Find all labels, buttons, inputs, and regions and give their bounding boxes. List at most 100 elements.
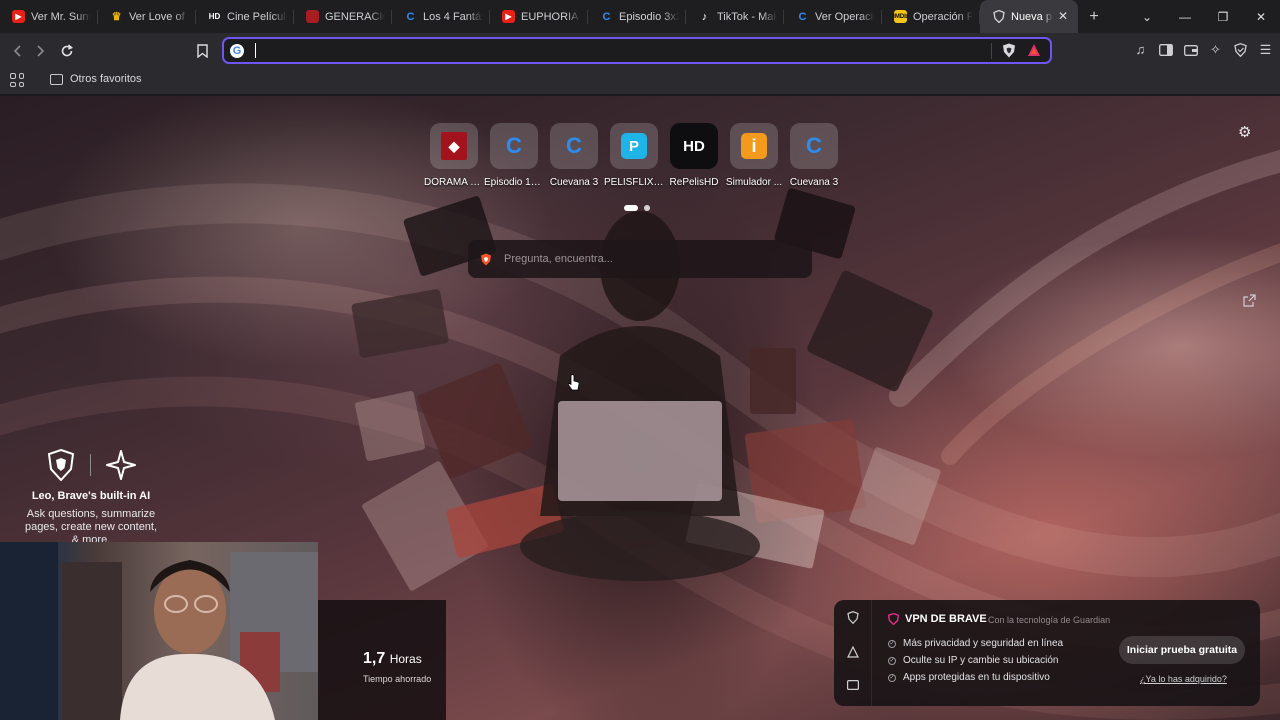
cuevana-icon: C [506,133,522,158]
wallet-icon[interactable] [1182,41,1199,58]
maximize-button[interactable]: ❐ [1204,10,1242,24]
bookmark-folder-otros-favoritos[interactable]: Otros favoritos [50,73,142,85]
tab-title: Nueva pestaña [1011,10,1053,23]
tab-strip: ▶ Ver Mr. Sunshine ♛ Ver Love of the HD … [0,0,1280,33]
imdb-icon: IMDb [893,10,908,23]
address-input[interactable] [260,41,960,60]
webcam-photo [0,542,318,720]
tile-label: DORAMA E... [424,177,484,188]
leo-promo[interactable]: Leo, Brave's built-in AI Ask questions, … [20,448,162,547]
leo-title: Leo, Brave's built-in AI [31,490,151,502]
tab-ver-mr-sunshine[interactable]: ▶ Ver Mr. Sunshine [0,0,98,33]
text-caret [255,43,256,58]
minimize-button[interactable]: — [1166,10,1204,24]
back-icon[interactable] [6,40,28,62]
brave-lion-icon [481,253,491,265]
brave-rewards-icon[interactable] [1027,43,1041,57]
tile-icon-box: i [730,123,778,169]
stats-widget: 1,7 Horas Tiempo ahorrado [318,600,446,720]
vpn-card: VPN DE BRAVE Con la tecnología de Guardi… [834,600,1260,706]
tile-label: Cuevana 3 [789,177,839,188]
start-trial-button[interactable]: Iniciar prueba gratuita [1119,636,1245,664]
sparkle-icon [105,450,136,480]
toolbar: G ♫ ✧ ☰ [0,33,1280,68]
crown-icon: ♛ [111,11,122,23]
tab-los-4-fantasticos[interactable]: C Los 4 Fantásticos [392,0,490,33]
tile-icon-box: C [490,123,538,169]
feature-text: Apps protegidas en tu dispositivo [903,672,1050,683]
right-toolbar: ♫ ✧ ☰ [1132,41,1274,58]
tab-title: Ver Mr. Sunshine [31,10,91,23]
tab-title: Ver Love of the [129,10,189,23]
vpn-shield-icon[interactable] [846,611,860,625]
tab-title: GENERACIÓN [325,10,385,23]
top-site-tile[interactable]: ◆ DORAMA E... [424,123,484,188]
hd-icon: HD [208,12,221,21]
menu-icon[interactable]: ☰ [1257,41,1274,58]
close-window-button[interactable]: ✕ [1242,10,1280,24]
top-sites: ◆ DORAMA E... C Episodio 1x... C Cuevana… [424,123,838,188]
feature-text: Más privacidad y seguridad en línea [903,638,1064,649]
stat-unit: Horas [389,652,422,666]
cuevana-icon: C [806,133,822,158]
tab-nueva-pestana[interactable]: Nueva pestaña ✕ [980,0,1078,33]
tab-ver-love-of-the[interactable]: ♛ Ver Love of the [98,0,196,33]
tab-title: Episodio 3x2 [619,10,679,23]
bookmark-icon[interactable] [191,40,213,62]
feature-text: Oculte su IP y cambie su ubicación [903,655,1059,666]
talk-icon[interactable] [846,680,860,694]
media-playlist-icon[interactable]: ♫ [1132,41,1149,58]
apps-grid-icon[interactable] [10,73,24,87]
tab-search-dropdown-icon[interactable]: ⌄ [1128,10,1166,24]
top-site-tile[interactable]: HD RePelisHD [670,123,718,188]
card-switcher [834,600,872,706]
brave-shields-icon[interactable] [1002,43,1016,58]
tab-operacion-r[interactable]: IMDb Operación R [882,0,980,33]
bookmarks-bar: Otros favoritos [0,68,1280,95]
check-icon: ✓ [888,639,896,648]
page-dot[interactable] [644,205,650,211]
cuevana-icon: C [798,10,807,23]
check-icon: ✓ [888,656,896,665]
tab-cine-pelicula[interactable]: HD Cine Película [196,0,294,33]
top-site-tile[interactable]: C Cuevana 3 [550,123,598,188]
tab-ver-operacion[interactable]: C Ver Operación [784,0,882,33]
tile-label: Cuevana 3 [549,177,599,188]
tab-generacion[interactable]: GENERACIÓN [294,0,392,33]
tab-title: EUPHORIA T [521,10,581,23]
open-external-icon[interactable] [1243,294,1256,310]
leo-search-box[interactable]: Pregunta, encuentra... [468,240,812,278]
forward-icon[interactable] [30,40,52,62]
tab-title: Cine Película [227,10,287,23]
brave-lion-icon [47,449,74,481]
leo-ai-icon[interactable]: ✧ [1207,41,1224,58]
new-tab-button[interactable]: + [1080,3,1108,31]
top-site-tile[interactable]: i Simulador ... [726,123,782,188]
stat-caption: Tiempo ahorrado [363,674,432,684]
vpn-icon[interactable] [1232,41,1249,58]
close-tab-icon[interactable]: ✕ [1058,9,1068,23]
page-dot-active[interactable] [624,205,638,211]
repelishd-icon: HD [683,137,705,155]
tile-icon-box: HD [670,123,718,169]
tab-title: TikTok - Make [717,10,777,23]
tile-icon-box: C [790,123,838,169]
top-site-tile[interactable]: C Cuevana 3 [790,123,838,188]
address-bar[interactable]: G [222,37,1052,64]
top-site-tile[interactable]: P PELISFLIX ... [604,123,664,188]
tab-episodio-3x2[interactable]: C Episodio 3x2 [588,0,686,33]
google-icon: G [230,44,244,58]
already-purchased-link[interactable]: ¿Ya lo has adquirido? [1140,674,1227,684]
cuevana-icon: C [406,10,415,23]
tile-label: Simulador ... [725,177,783,188]
youtube-icon: ▶ [502,10,515,23]
tab-euphoria[interactable]: ▶ EUPHORIA T [490,0,588,33]
rewards-triangle-icon[interactable] [846,645,860,660]
tab-tiktok[interactable]: ♪ TikTok - Make [686,0,784,33]
top-site-tile[interactable]: C Episodio 1x... [484,123,544,188]
vpn-powered-by: Con la tecnología de Guardian [988,615,1111,625]
gear-icon[interactable]: ⚙ [1238,123,1251,141]
sidebar-icon[interactable] [1157,41,1174,58]
reload-icon[interactable] [56,40,78,62]
divider [89,454,91,476]
